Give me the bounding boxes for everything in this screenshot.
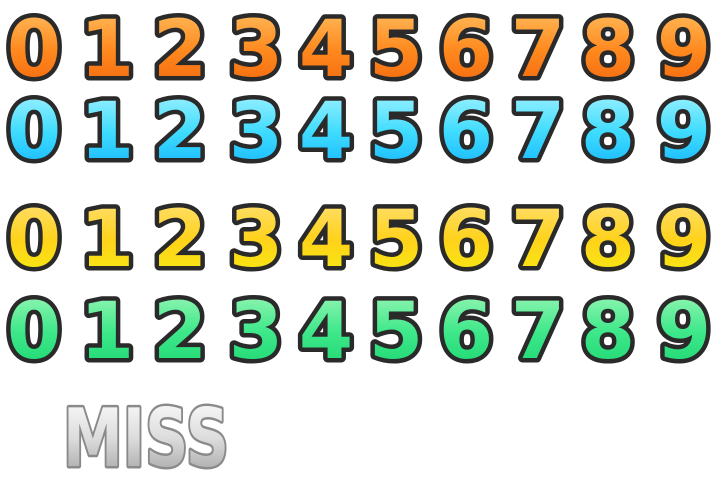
svg-text:4: 4: [299, 287, 353, 377]
svg-text:8: 8: [581, 195, 635, 285]
svg-text:3: 3: [229, 5, 283, 95]
digit-row-yellow: 000 111 222 333 444 555 666 777 888 999: [0, 187, 719, 293]
digit-green-8: 888: [573, 279, 643, 385]
digit-cyan-2: 222: [145, 79, 215, 185]
digit-yellow-2: 222: [145, 187, 215, 293]
miss-text: MISSMISSMISS: [58, 387, 234, 480]
svg-text:0: 0: [7, 5, 61, 95]
digit-cyan-0: 000: [0, 79, 69, 185]
digit-yellow-5: 555: [361, 187, 431, 293]
digit-green-7: 777: [503, 279, 573, 385]
digit-green-0: 000: [0, 279, 69, 385]
svg-text:7: 7: [511, 195, 565, 285]
svg-text:0: 0: [7, 195, 61, 285]
svg-text:2: 2: [153, 87, 207, 177]
svg-text:5: 5: [369, 195, 423, 285]
svg-text:4: 4: [299, 87, 353, 177]
svg-text:1: 1: [80, 5, 134, 95]
svg-text:8: 8: [581, 87, 635, 177]
digit-orange-6: 666: [431, 0, 501, 103]
svg-text:0: 0: [7, 287, 61, 377]
digit-yellow-6: 666: [431, 187, 501, 293]
svg-text:6: 6: [439, 195, 493, 285]
digit-green-1: 111: [72, 279, 142, 385]
svg-text:3: 3: [229, 287, 283, 377]
digit-row-orange: 000 111 222 333 444 555 666 777 888 999: [0, 0, 719, 103]
svg-text:2: 2: [153, 287, 207, 377]
digit-cyan-3: 333: [221, 79, 291, 185]
svg-text:MISS: MISS: [63, 392, 229, 480]
digit-cyan-4: 444: [291, 79, 361, 185]
svg-text:9: 9: [657, 87, 711, 177]
svg-text:1: 1: [80, 195, 134, 285]
svg-text:5: 5: [369, 287, 423, 377]
svg-text:1: 1: [80, 87, 134, 177]
digit-orange-0: 000: [0, 0, 69, 103]
digit-rows: 000 111 222 333 444 555 666 777 888 999000 111 222 3…: [0, 0, 719, 385]
svg-text:2: 2: [153, 5, 207, 95]
digit-yellow-7: 777: [503, 187, 573, 293]
svg-text:7: 7: [511, 87, 565, 177]
svg-text:5: 5: [369, 87, 423, 177]
digit-cyan-7: 777: [503, 79, 573, 185]
digit-green-6: 666: [431, 279, 501, 385]
miss-label-group: MISSMISSMISS: [58, 387, 234, 480]
svg-text:4: 4: [299, 195, 353, 285]
digit-cyan-8: 888: [573, 79, 643, 185]
digit-yellow-9: 999: [649, 187, 719, 293]
svg-text:5: 5: [369, 5, 423, 95]
digit-orange-3: 333: [221, 0, 291, 103]
sprite-sheet: 000 111 222 333 444 555 666 777 888 999000 111 222 3…: [0, 0, 719, 480]
digit-cyan-9: 999: [649, 79, 719, 185]
digit-green-2: 222: [145, 279, 215, 385]
svg-text:9: 9: [657, 195, 711, 285]
svg-text:6: 6: [439, 87, 493, 177]
digit-cyan-6: 666: [431, 79, 501, 185]
svg-text:7: 7: [511, 5, 565, 95]
digit-yellow-0: 000: [0, 187, 69, 293]
svg-text:3: 3: [229, 87, 283, 177]
svg-text:7: 7: [511, 287, 565, 377]
digit-row-green: 000 111 222 333 444 555 666 777 888 999: [0, 279, 719, 385]
digit-green-5: 555: [361, 279, 431, 385]
digit-cyan-1: 111: [72, 79, 142, 185]
digit-yellow-3: 333: [221, 187, 291, 293]
digit-green-9: 999: [649, 279, 719, 385]
digit-orange-4: 444: [291, 0, 361, 103]
digit-orange-9: 999: [649, 0, 719, 103]
digit-green-3: 333: [221, 279, 291, 385]
digit-orange-5: 555: [361, 0, 431, 103]
digit-row-cyan: 000 111 222 333 444 555 666 777 888 999: [0, 79, 719, 185]
svg-text:2: 2: [153, 195, 207, 285]
svg-text:8: 8: [581, 5, 635, 95]
svg-text:6: 6: [439, 287, 493, 377]
digit-yellow-1: 111: [72, 187, 142, 293]
svg-text:0: 0: [7, 87, 61, 177]
svg-text:6: 6: [439, 5, 493, 95]
svg-text:9: 9: [657, 5, 711, 95]
svg-text:3: 3: [229, 195, 283, 285]
digit-yellow-4: 444: [291, 187, 361, 293]
svg-text:1: 1: [80, 287, 134, 377]
svg-text:8: 8: [581, 287, 635, 377]
svg-text:9: 9: [657, 287, 711, 377]
digit-yellow-8: 888: [573, 187, 643, 293]
digit-orange-8: 888: [573, 0, 643, 103]
digit-orange-7: 777: [503, 0, 573, 103]
digit-orange-2: 222: [145, 0, 215, 103]
digit-green-4: 444: [291, 279, 361, 385]
digit-orange-1: 111: [72, 0, 142, 103]
digit-cyan-5: 555: [361, 79, 431, 185]
svg-text:4: 4: [299, 5, 353, 95]
